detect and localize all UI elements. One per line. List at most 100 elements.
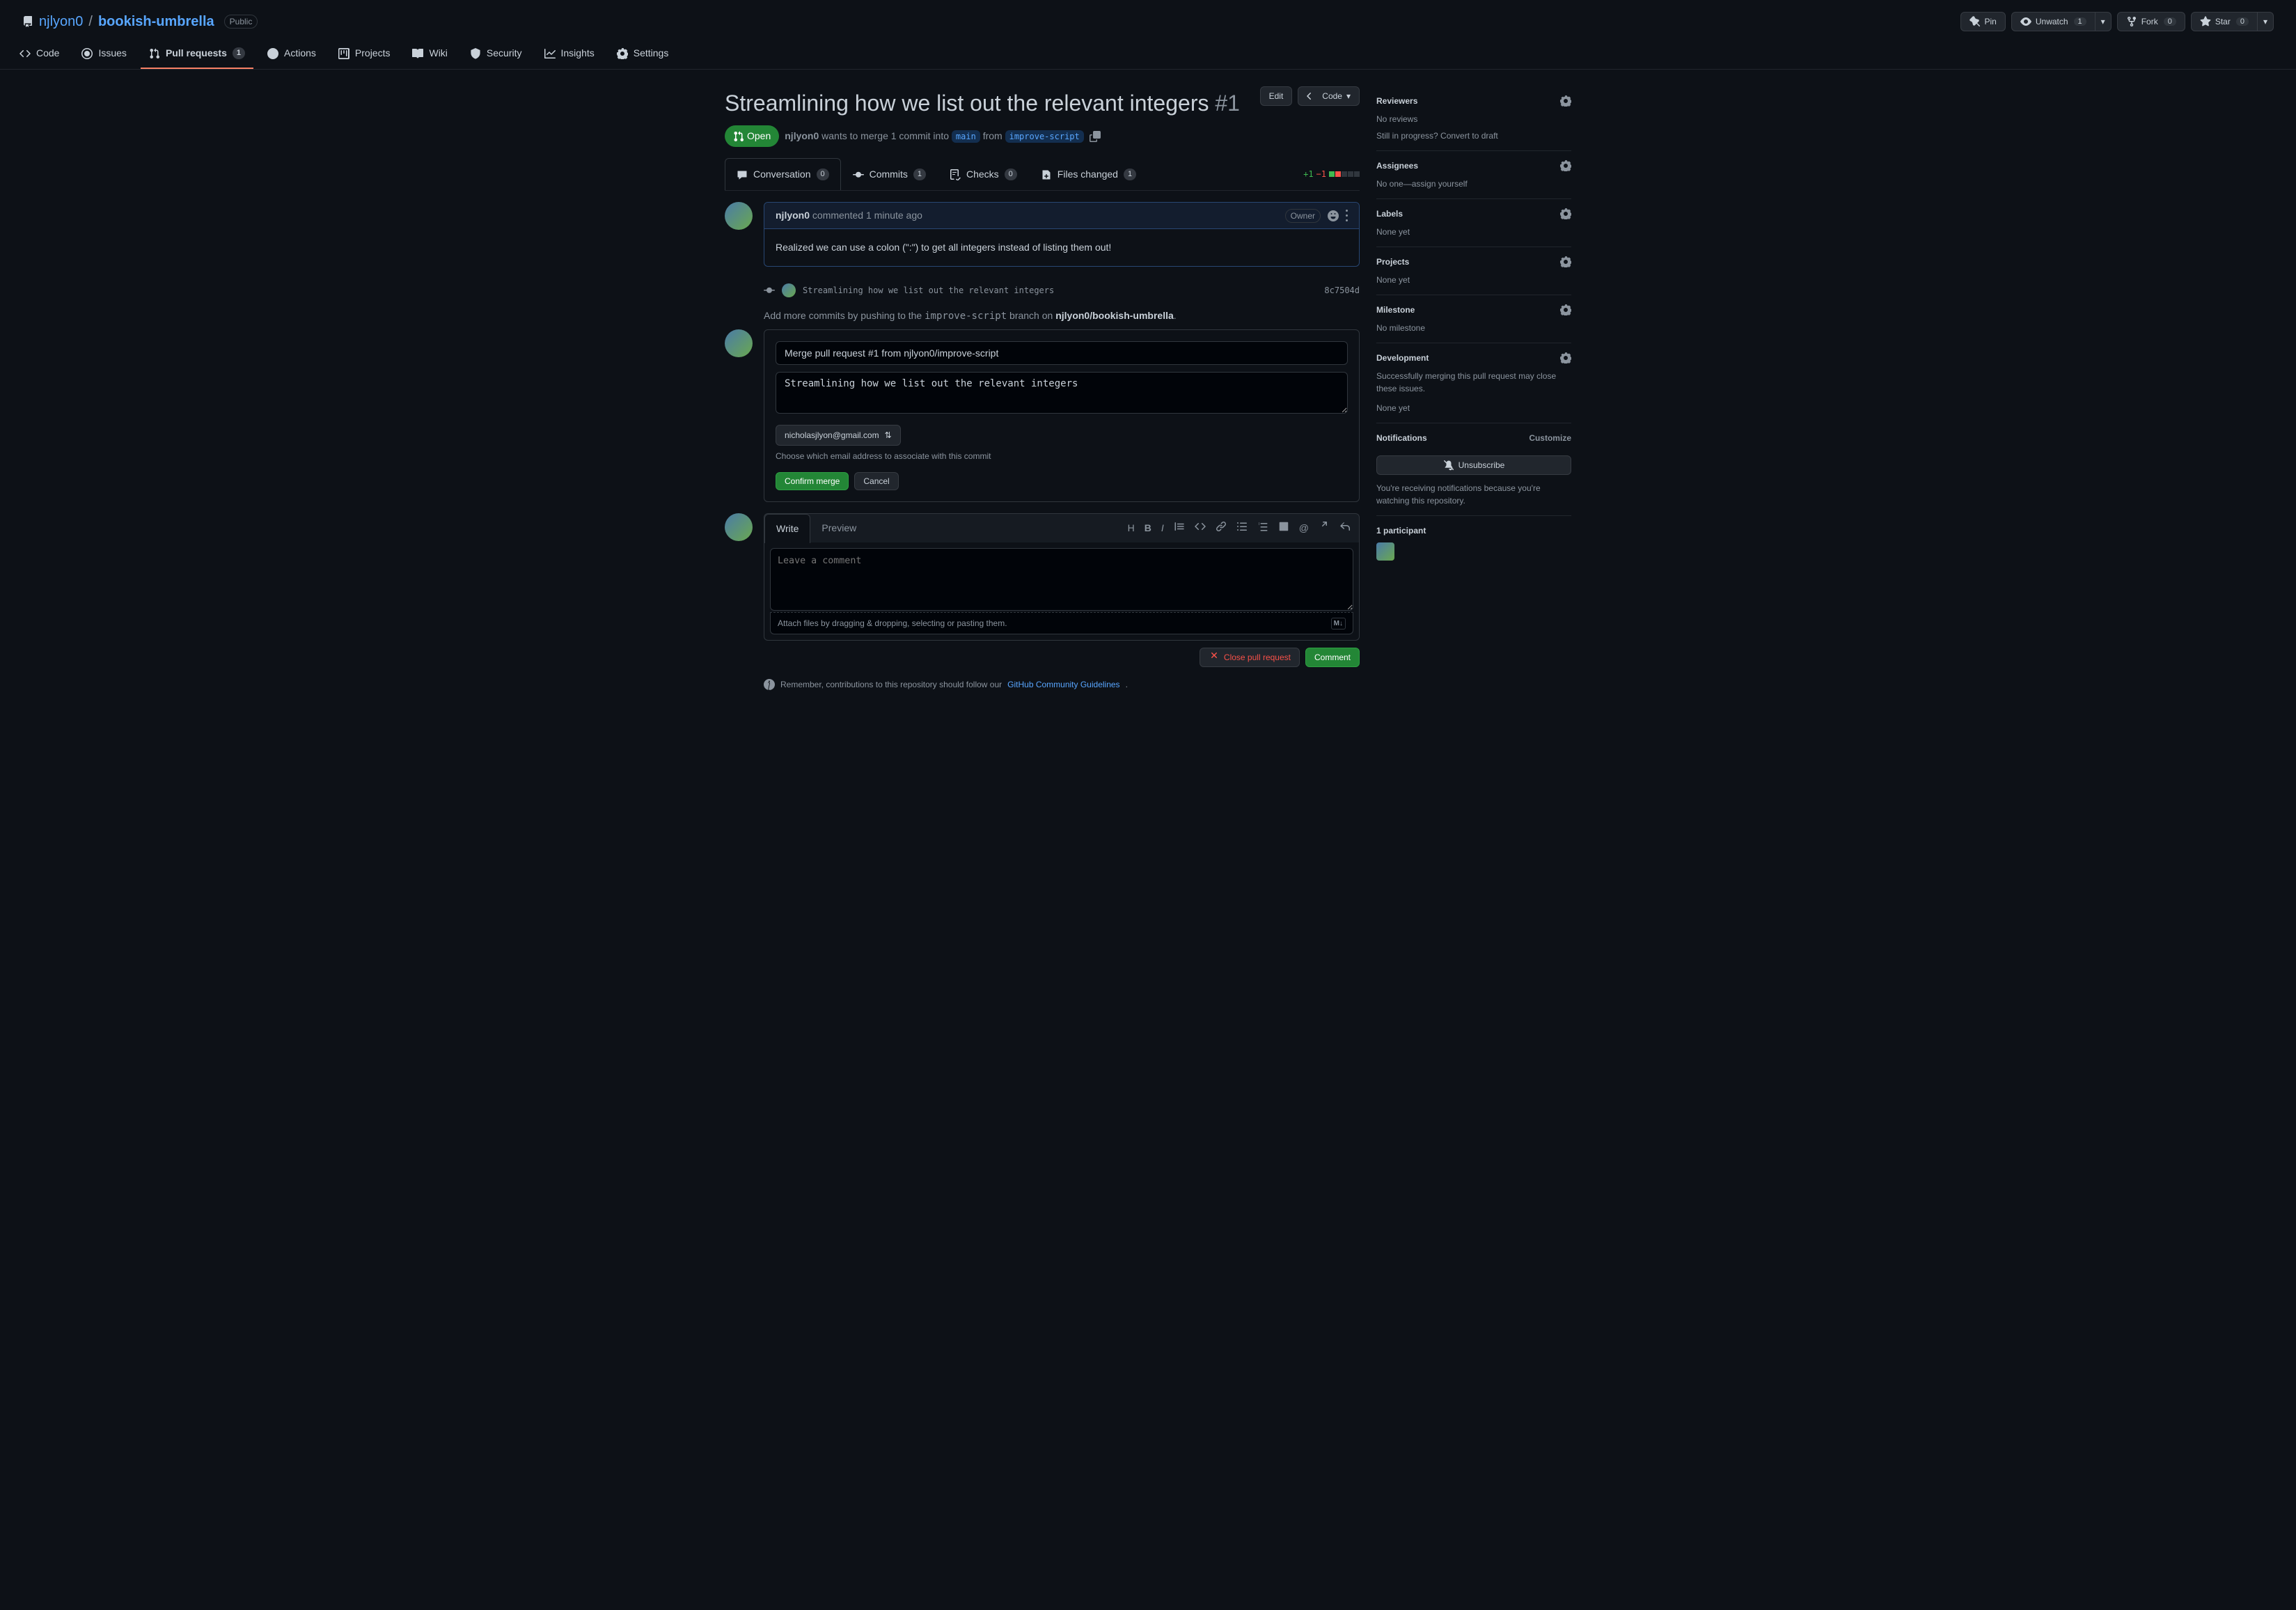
info-bar: Remember, contributions to this reposito… <box>725 678 1360 691</box>
watch-dropdown[interactable]: ▾ <box>2095 12 2112 31</box>
comment-time[interactable]: 1 minute ago <box>866 210 922 221</box>
nav-label: Settings <box>634 46 669 61</box>
hint-suffix: . <box>1174 310 1177 321</box>
commit-row: Streamlining how we list out the relevan… <box>725 278 1360 303</box>
nav-label: Pull requests <box>166 46 227 61</box>
pr-title-text: Streamlining how we list out the relevan… <box>725 91 1209 116</box>
fork-label: Fork <box>2141 17 2158 26</box>
guidelines-link[interactable]: GitHub Community Guidelines <box>1007 678 1119 691</box>
fork-button[interactable]: Fork 0 <box>2117 12 2185 31</box>
projects-body: None yet <box>1376 274 1571 286</box>
caret-down-icon: ▾ <box>2101 17 2105 26</box>
nav-label: Code <box>36 46 59 61</box>
gear-icon[interactable] <box>1560 208 1571 219</box>
nav-actions[interactable]: Actions <box>259 39 324 69</box>
unwatch-button[interactable]: Unwatch 1 <box>2011 12 2096 31</box>
diffstat: +1 −1 <box>1303 168 1360 180</box>
avatar[interactable] <box>725 329 753 357</box>
nav-pulls[interactable]: Pull requests1 <box>141 39 253 69</box>
meta-action: wants to merge 1 commit into <box>821 130 949 141</box>
gear-icon[interactable] <box>1560 95 1571 107</box>
nav-wiki[interactable]: Wiki <box>404 39 455 69</box>
gear-icon[interactable] <box>1560 160 1571 171</box>
copy-icon[interactable] <box>1090 131 1101 142</box>
merge-body-input[interactable] <box>776 372 1348 414</box>
avatar[interactable] <box>725 513 753 541</box>
upload-hint[interactable]: Attach files by dragging & dropping, sel… <box>778 617 1007 630</box>
gear-icon[interactable] <box>1560 256 1571 267</box>
list-ol-icon[interactable] <box>1257 521 1268 532</box>
reviewers-title: Reviewers <box>1376 95 1417 107</box>
merge-box: nicholasjlyon@gmail.com ⇅ Choose which e… <box>764 329 1360 502</box>
assignees-title: Assignees <box>1376 159 1418 172</box>
edit-button[interactable]: Edit <box>1260 86 1293 106</box>
tasklist-icon[interactable] <box>1278 521 1289 532</box>
base-branch[interactable]: main <box>952 130 980 143</box>
tab-commits[interactable]: Commits1 <box>841 158 938 190</box>
tab-checks[interactable]: Checks0 <box>938 158 1029 190</box>
pin-icon <box>1969 16 1981 27</box>
confirm-merge-button[interactable]: Confirm merge <box>776 472 849 490</box>
commit-icon <box>764 285 775 296</box>
nav-issues[interactable]: Issues <box>73 39 134 69</box>
write-tab[interactable]: Write <box>764 514 810 543</box>
nav-security[interactable]: Security <box>462 39 530 69</box>
code-icon <box>19 48 31 59</box>
comment-author[interactable]: njlyon0 <box>776 210 810 221</box>
caret-updown-icon: ⇅ <box>885 429 892 441</box>
head-branch[interactable]: improve-script <box>1005 130 1084 143</box>
markdown-icon[interactable]: M↓ <box>1331 618 1346 630</box>
smiley-icon[interactable] <box>1328 210 1339 221</box>
preview-tab[interactable]: Preview <box>810 514 867 542</box>
tab-conversation[interactable]: Conversation0 <box>725 158 841 190</box>
quote-icon[interactable] <box>1174 521 1185 532</box>
star-dropdown[interactable]: ▾ <box>2257 12 2274 31</box>
comment-button[interactable]: Comment <box>1305 648 1360 667</box>
cancel-merge-button[interactable]: Cancel <box>854 472 898 490</box>
tab-files[interactable]: Files changed1 <box>1029 158 1148 190</box>
author-link[interactable]: njlyon0 <box>785 130 819 141</box>
nav-insights[interactable]: Insights <box>536 39 603 69</box>
caret-down-icon: ▾ <box>1346 91 1351 101</box>
bell-slash-icon <box>1443 460 1454 471</box>
convert-draft-link[interactable]: Convert to draft <box>1440 131 1498 141</box>
assign-yourself-link[interactable]: assign yourself <box>1412 179 1468 189</box>
customize-link[interactable]: Customize <box>1529 432 1571 444</box>
list-ul-icon[interactable] <box>1236 521 1248 532</box>
comment-textarea[interactable] <box>770 548 1353 611</box>
participants-title: 1 participant <box>1376 524 1426 537</box>
bold-icon[interactable]: B <box>1145 521 1151 536</box>
shield-icon <box>470 48 481 59</box>
star-button[interactable]: Star 0 <box>2191 12 2258 31</box>
comment-action: commented <box>812 210 863 221</box>
close-pr-button[interactable]: Close pull request <box>1200 648 1300 667</box>
cross-reference-icon[interactable] <box>1319 521 1330 532</box>
code-icon[interactable] <box>1195 521 1206 532</box>
commit-sha[interactable]: 8c7504d <box>1324 284 1360 297</box>
italic-icon[interactable]: I <box>1161 521 1164 536</box>
code-label: Code <box>1322 91 1342 101</box>
merge-title-input[interactable] <box>776 341 1348 365</box>
heading-icon[interactable]: H <box>1128 521 1135 536</box>
nav-projects[interactable]: Projects <box>330 39 399 69</box>
nav-settings[interactable]: Settings <box>608 39 677 69</box>
tab-label: Files changed <box>1057 167 1118 182</box>
kebab-menu[interactable] <box>1346 208 1348 223</box>
participant-avatar[interactable] <box>1376 542 1394 561</box>
pin-button[interactable]: Pin <box>1960 12 2006 31</box>
gear-icon[interactable] <box>1560 304 1571 315</box>
nav-code[interactable]: Code <box>11 39 68 69</box>
reply-icon[interactable] <box>1339 521 1351 532</box>
avatar[interactable] <box>725 202 753 230</box>
unsubscribe-button[interactable]: Unsubscribe <box>1376 455 1571 475</box>
gear-icon[interactable] <box>1560 352 1571 364</box>
mention-icon[interactable]: @ <box>1299 521 1309 536</box>
repo-owner-link[interactable]: njlyon0 <box>39 11 83 32</box>
repo-icon <box>22 16 33 27</box>
avatar[interactable] <box>782 283 796 297</box>
repo-name-link[interactable]: bookish-umbrella <box>98 11 214 32</box>
commit-message[interactable]: Streamlining how we list out the relevan… <box>803 284 1317 297</box>
link-icon[interactable] <box>1216 521 1227 532</box>
email-select[interactable]: nicholasjlyon@gmail.com ⇅ <box>776 425 901 446</box>
code-button[interactable]: Code ▾ <box>1298 86 1360 106</box>
